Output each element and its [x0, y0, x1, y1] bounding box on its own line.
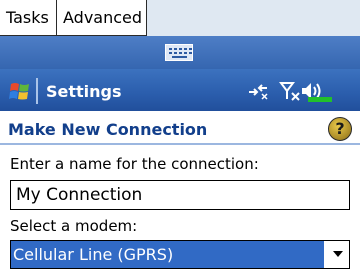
modem-select-value[interactable]: Cellular Line (GPRS): [11, 241, 324, 268]
no-signal-icon[interactable]: [279, 79, 301, 103]
page-title: Settings: [46, 82, 122, 101]
connection-name-label: Enter a name for the connection:: [10, 155, 259, 173]
volume-icon[interactable]: [300, 79, 334, 103]
windows-flag-icon[interactable]: [8, 80, 32, 104]
tab-tasks[interactable]: Tasks: [0, 0, 57, 36]
connectivity-icon[interactable]: [246, 79, 270, 103]
tab-strip: Tasks Advanced: [0, 0, 360, 36]
modem-select[interactable]: Cellular Line (GPRS): [10, 240, 350, 269]
title-separator: [36, 78, 38, 104]
chevron-down-icon[interactable]: [333, 251, 343, 257]
keyboard-icon[interactable]: [165, 44, 193, 61]
section-title: Make New Connection: [8, 120, 208, 139]
modem-label: Select a modem:: [10, 217, 138, 235]
help-icon[interactable]: ?: [328, 117, 352, 141]
tab-advanced[interactable]: Advanced: [57, 0, 147, 36]
connection-name-input[interactable]: My Connection: [10, 180, 350, 210]
